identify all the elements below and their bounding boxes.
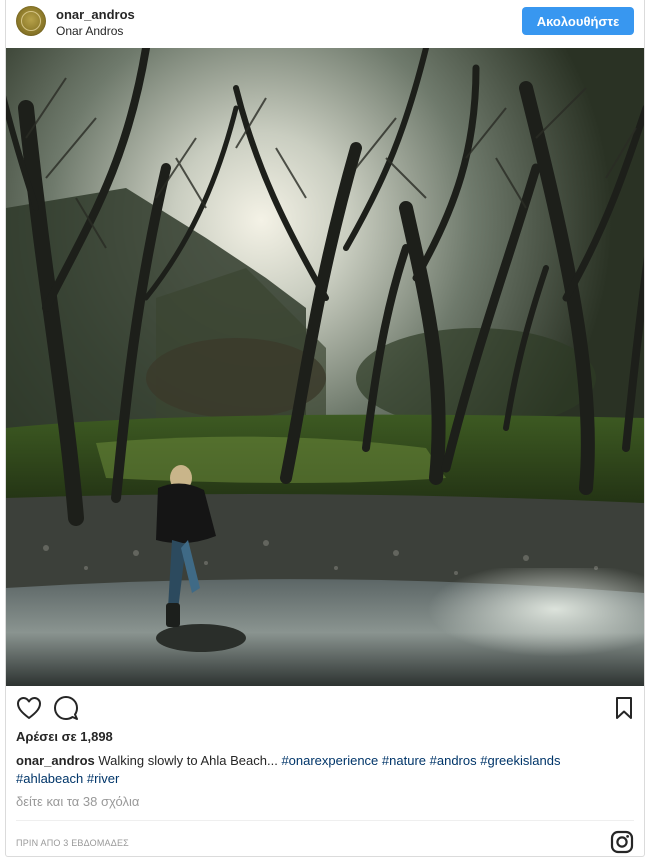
post-header: onar_andros Onar Andros Ακολουθήστε	[6, 0, 644, 44]
view-all-comments-link[interactable]: δείτε και τα 38 σχόλια	[16, 794, 139, 809]
avatar[interactable]	[16, 6, 46, 36]
follow-button[interactable]: Ακολουθήστε	[522, 7, 634, 35]
hashtag[interactable]: #onarexperience	[281, 753, 378, 768]
likes-count[interactable]: Αρέσει σε 1,898	[16, 729, 113, 744]
action-bar	[6, 690, 644, 722]
post-photo[interactable]	[6, 48, 644, 686]
instagram-icon[interactable]	[610, 830, 634, 854]
post-timestamp[interactable]: ΠΡΙΝ ΑΠΟ 3 ΕΒΔΟΜΑΔΕΣ	[16, 838, 129, 848]
hashtag[interactable]: #nature	[382, 753, 426, 768]
hashtag[interactable]: #river	[87, 771, 120, 786]
post-location[interactable]: Onar Andros	[56, 24, 123, 38]
hashtag[interactable]: #greekislands	[480, 753, 560, 768]
heart-icon[interactable]	[15, 694, 43, 722]
divider	[16, 820, 634, 821]
post-card: onar_andros Onar Andros Ακολουθήστε Αρέσ…	[5, 0, 645, 857]
forest-river-image	[6, 48, 644, 686]
comment-icon[interactable]	[52, 694, 80, 722]
caption-text: Walking slowly to Ahla Beach...	[98, 753, 278, 768]
post-caption: onar_andros Walking slowly to Ahla Beach…	[16, 752, 626, 788]
bookmark-icon[interactable]	[610, 694, 638, 722]
caption-username[interactable]: onar_andros	[16, 753, 95, 768]
post-username[interactable]: onar_andros	[56, 7, 135, 22]
hashtag[interactable]: #ahlabeach	[16, 771, 83, 786]
hashtag[interactable]: #andros	[430, 753, 477, 768]
